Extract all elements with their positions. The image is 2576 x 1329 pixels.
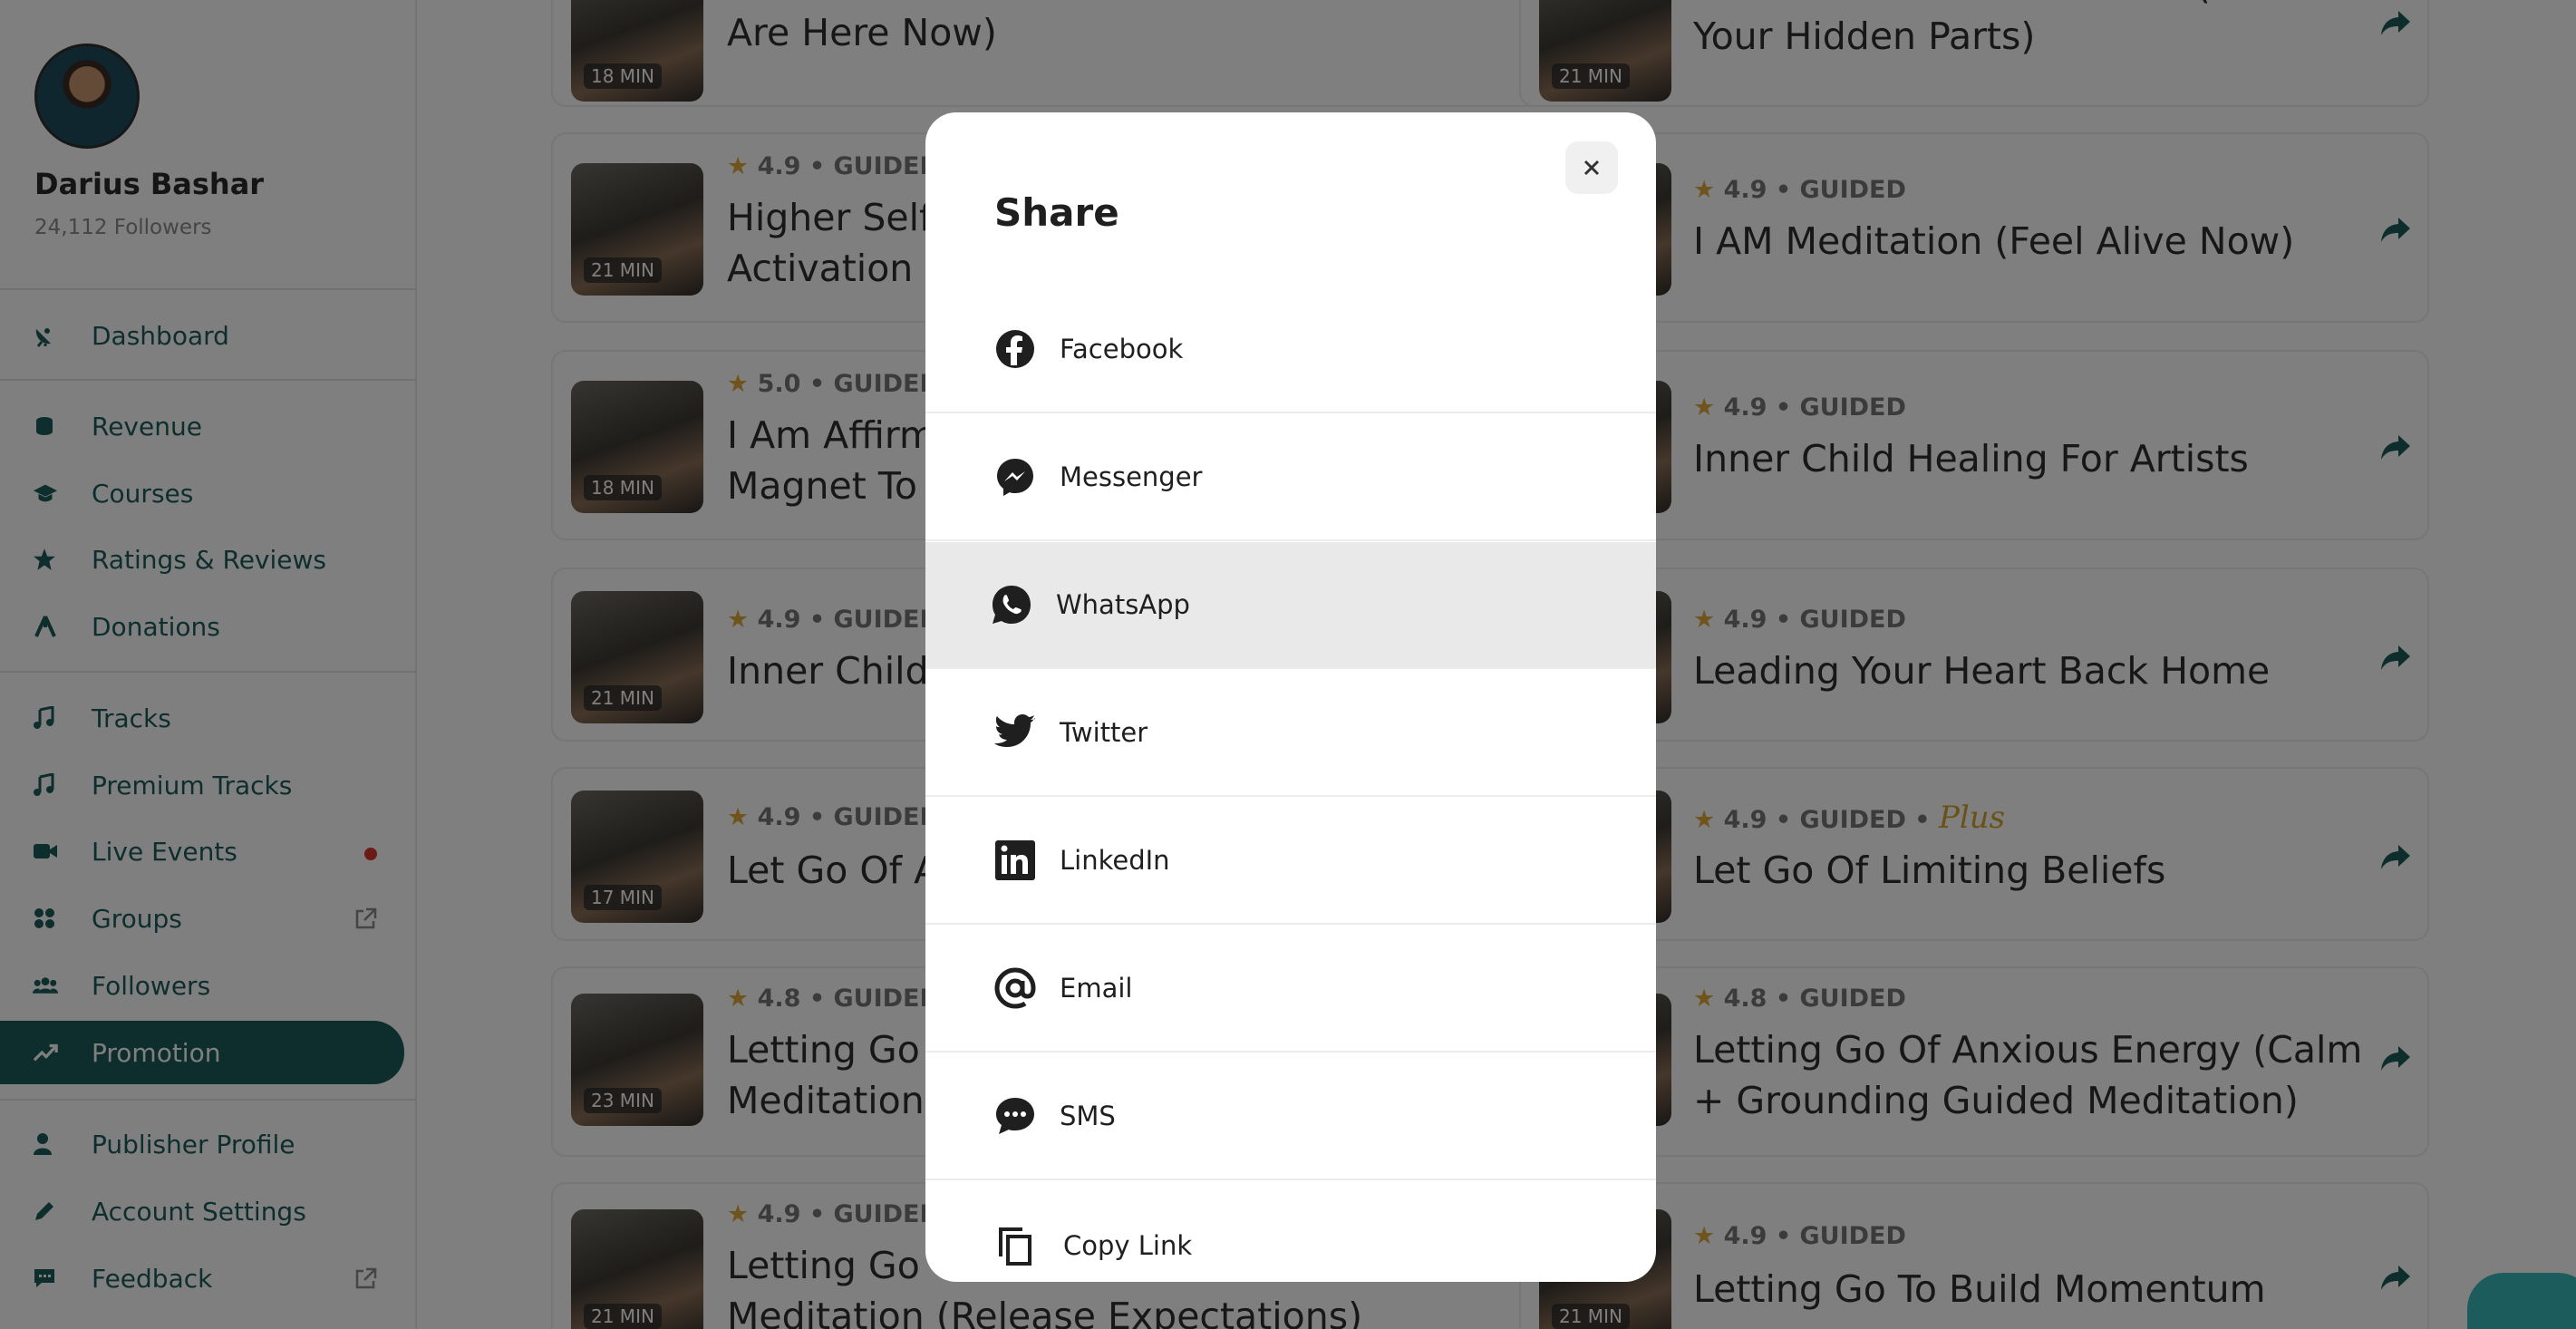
- share-modal: Share Facebook Messenger WhatsApp Twitte…: [925, 112, 1656, 1282]
- share-option-label: SMS: [1060, 1101, 1116, 1131]
- messenger-icon: [994, 456, 1036, 498]
- share-option-email[interactable]: Email: [925, 926, 1656, 1053]
- share-option-label: WhatsApp: [1056, 589, 1190, 620]
- share-option-sms[interactable]: SMS: [925, 1053, 1656, 1180]
- share-option-label: LinkedIn: [1060, 845, 1170, 876]
- share-option-label: Facebook: [1060, 334, 1184, 364]
- at-sign-icon: [994, 967, 1036, 1009]
- chat-launcher-button[interactable]: [2467, 1273, 2576, 1329]
- share-option-label: Email: [1060, 973, 1133, 1004]
- whatsapp-icon: [991, 584, 1032, 626]
- share-option-twitter[interactable]: Twitter: [925, 670, 1656, 797]
- share-option-label: Copy Link: [1063, 1230, 1193, 1261]
- share-option-linkedin[interactable]: LinkedIn: [925, 798, 1656, 925]
- facebook-icon: [994, 328, 1036, 370]
- twitter-icon: [994, 712, 1036, 753]
- share-option-copy-link[interactable]: Copy Link: [925, 1182, 1656, 1282]
- share-option-facebook[interactable]: Facebook: [925, 286, 1656, 413]
- share-option-label: Twitter: [1060, 717, 1148, 748]
- close-icon: [1583, 160, 1600, 176]
- modal-title: Share: [994, 190, 1119, 235]
- close-button[interactable]: [1565, 141, 1618, 194]
- copy-icon: [994, 1225, 1036, 1266]
- sms-icon: [994, 1095, 1036, 1137]
- share-option-label: Messenger: [1060, 461, 1203, 492]
- linkedin-icon: [994, 839, 1036, 881]
- share-option-messenger[interactable]: Messenger: [925, 414, 1656, 541]
- share-option-whatsapp[interactable]: WhatsApp: [925, 542, 1656, 669]
